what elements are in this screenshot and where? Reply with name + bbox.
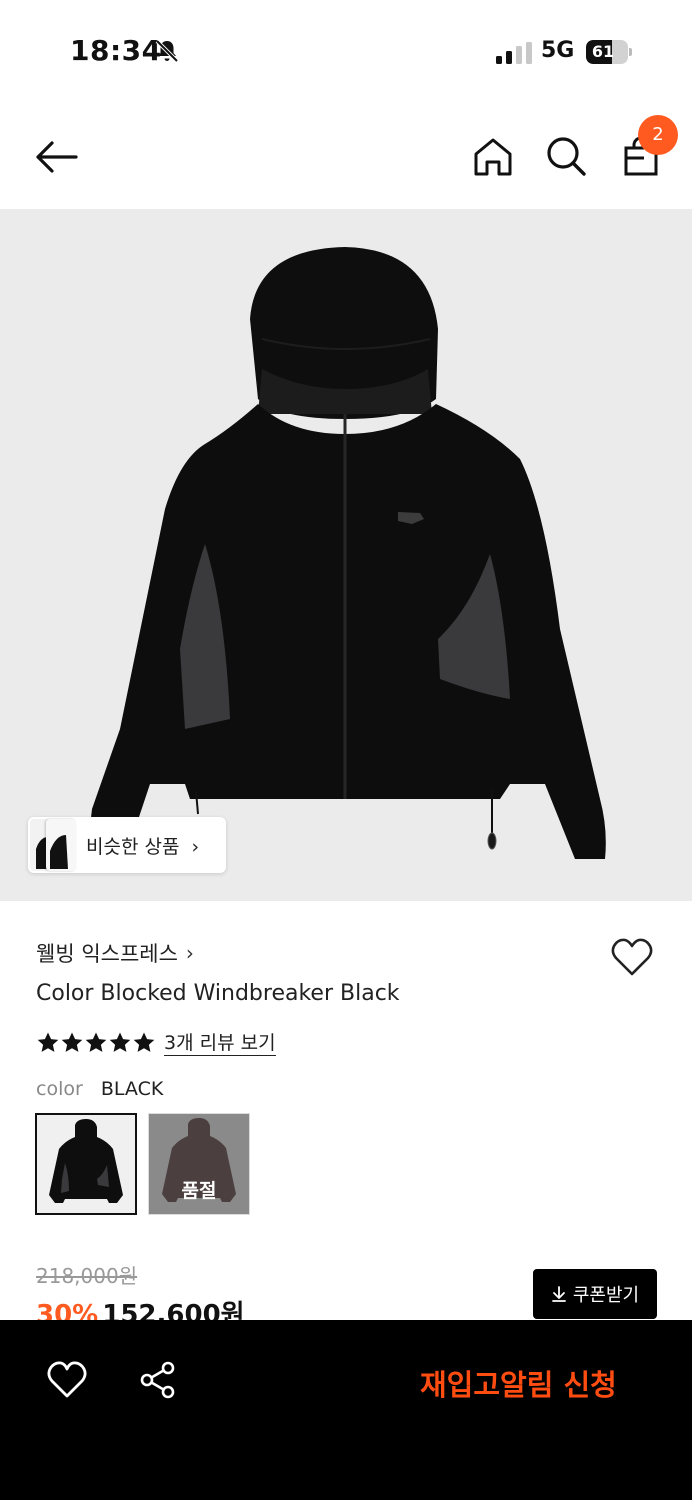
color-label: color	[36, 1078, 83, 1100]
jacket-photo	[90, 247, 606, 859]
heart-icon[interactable]	[609, 936, 655, 978]
status-time: 18:34	[70, 34, 162, 67]
rating-row: 3개 리뷰 보기	[36, 1028, 276, 1058]
back-arrow-icon[interactable]	[32, 136, 80, 178]
product-image[interactable]: 비슷한 상품 ›	[0, 209, 692, 901]
soldout-label: 품절	[181, 1180, 217, 1202]
brand-link[interactable]: 웰빙 익스프레스 ›	[36, 938, 194, 968]
star-icon	[85, 1032, 107, 1052]
share-icon[interactable]	[138, 1360, 178, 1400]
similar-products-label: 비슷한 상품 ›	[86, 836, 200, 858]
similar-products-button[interactable]: 비슷한 상품 ›	[28, 817, 226, 873]
review-link[interactable]: 3개 리뷰 보기	[164, 1031, 276, 1056]
swatch-jacket-image	[49, 1119, 123, 1203]
star-icon	[61, 1032, 83, 1052]
chevron-right-icon: ›	[185, 941, 194, 965]
rating-stars	[36, 1031, 156, 1055]
bottom-action-bar: 재입고알림 신청	[0, 1320, 692, 1500]
color-value: BLACK	[100, 1078, 164, 1100]
star-icon	[133, 1032, 155, 1052]
brand-name: 웰빙 익스프레스	[36, 942, 178, 966]
cart-count-badge: 2	[638, 115, 678, 155]
product-title: Color Blocked Windbreaker Black	[36, 981, 400, 1006]
coupon-label: 쿠폰받기	[572, 1285, 640, 1306]
color-row: color BLACK	[36, 1078, 163, 1100]
restock-alert-button[interactable]: 재입고알림 신청	[420, 1362, 617, 1404]
star-icon	[109, 1032, 131, 1052]
color-swatch-black[interactable]	[35, 1113, 137, 1215]
coupon-button[interactable]: 쿠폰받기	[533, 1269, 657, 1319]
download-icon	[551, 1286, 566, 1302]
top-navigation: 2	[0, 110, 692, 206]
bell-muted-icon	[155, 39, 179, 63]
color-swatch-soldout[interactable]: 품절	[148, 1113, 250, 1215]
search-icon[interactable]	[542, 132, 590, 180]
home-icon[interactable]	[470, 134, 516, 180]
similar-thumbnail	[46, 819, 76, 871]
battery-icon: 61	[586, 40, 632, 64]
cellular-signal-icon	[496, 42, 532, 64]
status-bar: 18:34 5G 61	[0, 0, 692, 100]
original-price: 218,000원	[36, 1264, 138, 1288]
heart-icon[interactable]	[46, 1360, 88, 1400]
star-icon	[37, 1032, 59, 1052]
network-type: 5G	[541, 38, 575, 63]
battery-level: 61	[591, 42, 615, 61]
